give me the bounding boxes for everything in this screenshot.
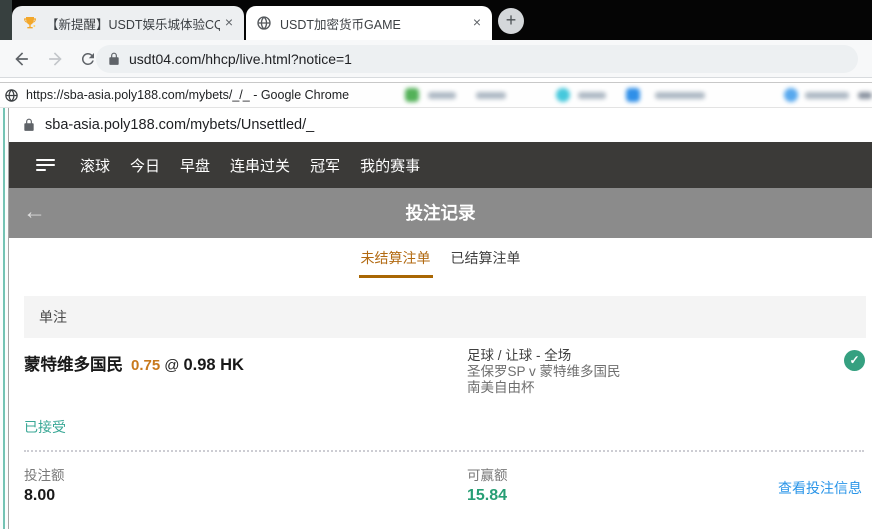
url-text: usdt04.com/hhcp/live.html?notice=1: [129, 51, 352, 67]
trophy-icon: [22, 15, 38, 31]
view-bet-info-link[interactable]: 查看投注信息: [778, 478, 862, 498]
win-block: 可赢额 15.84: [467, 464, 508, 505]
lock-icon: [23, 118, 35, 132]
browser-tab-strip: 【新提醒】USDT娱乐城体验CQ9 × USDT加密货币GAME × +: [0, 0, 872, 40]
nav-item-my-events[interactable]: 我的赛事: [360, 155, 420, 176]
popup-url-text: sba-asia.poly188.com/mybets/Unsettled/_: [45, 117, 314, 133]
fixture-label: 圣保罗SP v 蒙特维多国民: [467, 364, 621, 380]
browser-toolbar: usdt04.com/hhcp/live.html?notice=1: [0, 40, 872, 78]
background-text: [858, 92, 872, 99]
parent-accent-line: [3, 108, 5, 529]
background-app-icon: [784, 88, 798, 102]
background-text: [805, 92, 849, 99]
forward-icon: [44, 48, 66, 70]
address-bar[interactable]: usdt04.com/hhcp/live.html?notice=1: [96, 45, 858, 73]
selection-name: 蒙特维多国民: [24, 356, 123, 374]
win-value: 15.84: [467, 487, 508, 505]
menu-icon[interactable]: [36, 159, 55, 172]
win-label: 可赢额: [467, 464, 508, 484]
popup-address-bar[interactable]: sba-asia.poly188.com/mybets/Unsettled/_: [9, 108, 872, 142]
nav-item-live[interactable]: 滚球: [80, 155, 110, 176]
tab-title: USDT加密货币GAME: [280, 14, 468, 33]
window-corner: [0, 0, 12, 40]
page-header: ← 投注记录: [9, 188, 872, 238]
nav-item-parlay[interactable]: 连串过关: [230, 155, 290, 176]
bet-card: 蒙特维多国民 0.75@0.98 HK 足球 / 让球 - 全场 圣保罗SP v …: [24, 338, 866, 529]
tab-unsettled[interactable]: 未结算注单: [359, 248, 433, 278]
odds-value: 0.98 HK: [183, 356, 244, 374]
close-icon[interactable]: ×: [468, 14, 486, 32]
accepted-check-icon: ✓: [844, 350, 865, 371]
close-icon[interactable]: ×: [220, 14, 238, 32]
nav-item-outright[interactable]: 冠军: [310, 155, 340, 176]
background-text: [476, 92, 506, 99]
league-label: 南美自由杯: [467, 380, 621, 396]
popup-window: sba-asia.poly188.com/mybets/Unsettled/_ …: [9, 108, 872, 529]
back-icon[interactable]: [11, 48, 33, 70]
background-app-icon: [556, 88, 570, 102]
tab-title: 【新提醒】USDT娱乐城体验CQ9: [46, 14, 220, 33]
at-sign: @: [164, 357, 179, 374]
page-title: 投注记录: [9, 188, 872, 238]
status-badge: 已接受: [24, 417, 66, 437]
popup-title-bar[interactable]: https://sba-asia.poly188.com/mybets/_/_ …: [0, 82, 872, 108]
browser-tab-1[interactable]: 【新提醒】USDT娱乐城体验CQ9 ×: [12, 6, 244, 40]
sports-nav: 滚球 今日 早盘 连串过关 冠军 我的赛事: [9, 142, 872, 188]
stake-block: 投注额 8.00: [24, 464, 65, 505]
screen: 【新提醒】USDT娱乐城体验CQ9 × USDT加密货币GAME × + usd…: [0, 0, 872, 529]
tab-settled[interactable]: 已结算注单: [449, 248, 523, 278]
background-text: [655, 92, 705, 99]
new-tab-button[interactable]: +: [498, 8, 524, 34]
market-label: 足球 / 让球 - 全场: [467, 348, 621, 364]
lock-icon: [108, 52, 120, 66]
browser-tab-2[interactable]: USDT加密货币GAME ×: [246, 6, 492, 40]
bet-details: 足球 / 让球 - 全场 圣保罗SP v 蒙特维多国民 南美自由杯: [467, 348, 621, 396]
globe-icon: [256, 15, 272, 31]
handicap-value: 0.75: [131, 357, 160, 374]
globe-icon: [4, 88, 19, 103]
background-app-icon: [405, 88, 419, 102]
stake-value: 8.00: [24, 487, 65, 505]
section-header: 单注: [24, 296, 866, 338]
divider: [24, 450, 864, 452]
background-text: [428, 92, 456, 99]
stake-label: 投注额: [24, 464, 65, 484]
nav-item-today[interactable]: 今日: [130, 155, 160, 176]
bet-selection-line: 蒙特维多国民 0.75@0.98 HK: [24, 351, 244, 375]
nav-item-early[interactable]: 早盘: [180, 155, 210, 176]
bet-status-tabs: 未结算注单 已结算注单: [9, 238, 872, 288]
background-text: [578, 92, 606, 99]
parent-page-edge: [0, 108, 9, 529]
popup-window-title: https://sba-asia.poly188.com/mybets/_/_ …: [26, 88, 349, 102]
background-app-icon: [626, 88, 640, 102]
